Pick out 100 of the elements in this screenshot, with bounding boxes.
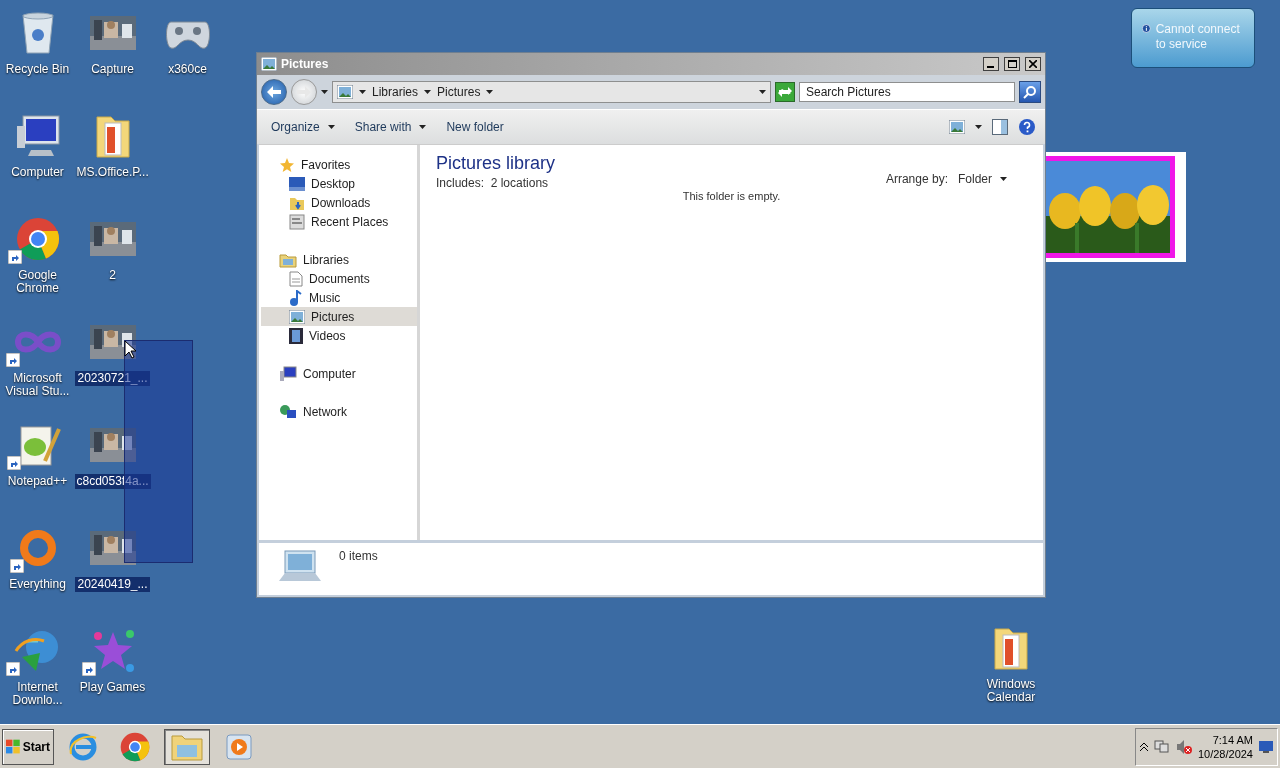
info-icon bbox=[1142, 22, 1151, 35]
picture-frame-icon bbox=[337, 85, 353, 99]
icon-label[interactable]: Notepad++ bbox=[5, 474, 70, 489]
icon-label[interactable]: c8cd053f4a... bbox=[74, 474, 151, 489]
caret-icon bbox=[486, 90, 494, 94]
volume-muted-icon[interactable] bbox=[1175, 738, 1192, 755]
star-icon bbox=[279, 156, 295, 173]
search-field[interactable]: Search Pictures bbox=[799, 82, 1015, 102]
nav-item[interactable]: Music bbox=[261, 288, 417, 307]
computer-icon[interactable] bbox=[14, 114, 61, 158]
ring-icon[interactable] bbox=[17, 528, 58, 568]
document-icon bbox=[289, 270, 303, 287]
caret-icon bbox=[975, 125, 982, 129]
back-arrow-icon bbox=[267, 86, 281, 98]
toolbar-button[interactable]: Organize bbox=[263, 116, 343, 138]
icon-label[interactable]: x360ce bbox=[166, 62, 209, 77]
picture-frame-icon bbox=[261, 57, 277, 71]
icon-label[interactable]: Capture bbox=[89, 62, 136, 77]
chrome-icon bbox=[120, 731, 150, 762]
icon-label[interactable]: 20230721_... bbox=[75, 371, 150, 386]
empty-message: This folder is empty. bbox=[682, 190, 781, 202]
icon-label[interactable]: Google Chrome bbox=[0, 268, 75, 296]
library-icon bbox=[279, 251, 297, 268]
recent-icon bbox=[289, 213, 305, 230]
arrange-label: Arrange by: bbox=[885, 171, 948, 186]
chrome-icon[interactable] bbox=[15, 217, 60, 261]
start-button[interactable]: Start bbox=[2, 728, 54, 765]
views-button[interactable] bbox=[946, 117, 968, 137]
recycle-bin-icon[interactable] bbox=[19, 11, 56, 55]
forward-arrow-icon bbox=[297, 86, 311, 98]
search-icon bbox=[1023, 85, 1037, 99]
windows-logo-icon bbox=[6, 738, 21, 755]
history-caret-icon bbox=[321, 90, 328, 94]
preview-pane-icon bbox=[992, 119, 1008, 135]
caret-icon bbox=[419, 125, 427, 129]
library-subtitle: Includes: 2 locations bbox=[436, 176, 550, 190]
caret-icon bbox=[1000, 176, 1007, 181]
close-icon bbox=[1029, 60, 1037, 68]
nav-item[interactable]: Pictures bbox=[261, 307, 417, 326]
library-title: Pictures library bbox=[436, 153, 556, 174]
taskbar-button[interactable] bbox=[164, 728, 210, 765]
icon-label[interactable]: 2 bbox=[107, 268, 118, 283]
clock-date: 10/28/2024 bbox=[1197, 746, 1253, 761]
close-button[interactable] bbox=[1025, 57, 1041, 71]
refresh-icon bbox=[778, 86, 792, 98]
maximize-icon bbox=[1007, 60, 1017, 68]
icon-label[interactable]: Play Games bbox=[77, 680, 148, 695]
caret-icon bbox=[424, 90, 432, 94]
music-note-icon bbox=[289, 289, 303, 306]
nav-item[interactable]: Computer bbox=[261, 364, 417, 383]
folder-icon[interactable] bbox=[991, 625, 1031, 671]
views-dropdown[interactable] bbox=[972, 122, 985, 132]
item-count: 0 items bbox=[339, 549, 378, 565]
window-title: Pictures bbox=[281, 57, 330, 71]
browser-e-icon bbox=[68, 731, 98, 762]
nav-item[interactable]: Recent Places bbox=[261, 212, 417, 231]
minimize-button[interactable] bbox=[983, 57, 999, 71]
search-button[interactable] bbox=[1019, 81, 1041, 103]
computer-icon bbox=[279, 365, 297, 382]
breadcrumb-item[interactable]: Pictures bbox=[437, 85, 481, 99]
toolbar-button[interactable]: Share with bbox=[346, 116, 435, 138]
show-desktop-icon[interactable] bbox=[1259, 740, 1273, 753]
icon-label[interactable]: MS.Office.P... bbox=[74, 165, 151, 180]
help-icon bbox=[1018, 118, 1036, 136]
nav-item[interactable]: Downloads bbox=[261, 193, 417, 212]
icon-label[interactable]: Internet Downlo... bbox=[0, 680, 75, 708]
icon-label[interactable]: Windows Calendar bbox=[973, 677, 1049, 705]
arrange-dropdown[interactable]: Folder bbox=[958, 171, 1007, 186]
network-icon bbox=[279, 403, 297, 420]
picture-frame-icon bbox=[289, 309, 305, 324]
icon-label[interactable]: Recycle Bin bbox=[3, 62, 72, 77]
maximize-button[interactable] bbox=[1004, 57, 1020, 71]
folder-icon bbox=[171, 732, 203, 761]
refresh-button[interactable] bbox=[775, 82, 795, 102]
preview-pane-button[interactable] bbox=[989, 116, 1011, 138]
caret-icon bbox=[359, 90, 366, 94]
icon-label[interactable]: 20240419_... bbox=[75, 577, 150, 592]
laptop-icon bbox=[277, 549, 323, 583]
nav-item[interactable]: Favorites bbox=[261, 155, 417, 174]
network-icon[interactable] bbox=[1153, 739, 1170, 754]
icon-label[interactable]: Computer bbox=[9, 165, 66, 180]
breadcrumb-item[interactable]: Libraries bbox=[372, 85, 419, 99]
caret-icon bbox=[759, 90, 766, 94]
back-button[interactable] bbox=[261, 79, 287, 105]
address-bar[interactable]: Libraries Pictures bbox=[332, 81, 771, 103]
chevron-up-icon[interactable] bbox=[1139, 742, 1148, 751]
desktop-icon bbox=[289, 176, 305, 191]
nav-item[interactable]: Network bbox=[261, 402, 417, 421]
nav-item[interactable]: Documents bbox=[261, 269, 417, 288]
nav-item[interactable]: Desktop bbox=[261, 174, 417, 193]
icon-label[interactable]: Microsoft Visual Stu... bbox=[0, 371, 75, 399]
notification-text: Cannot connect to service bbox=[1155, 22, 1241, 53]
caret-icon bbox=[327, 125, 335, 129]
clock-time: 7:14 AM bbox=[1212, 732, 1253, 747]
play-icon bbox=[226, 733, 252, 760]
toolbar-button[interactable]: New folder bbox=[438, 116, 512, 138]
nav-item[interactable]: Videos bbox=[261, 326, 417, 345]
picture-frame-icon bbox=[949, 120, 965, 134]
icon-label[interactable]: Everything bbox=[7, 577, 68, 592]
nav-item[interactable]: Libraries bbox=[261, 250, 417, 269]
